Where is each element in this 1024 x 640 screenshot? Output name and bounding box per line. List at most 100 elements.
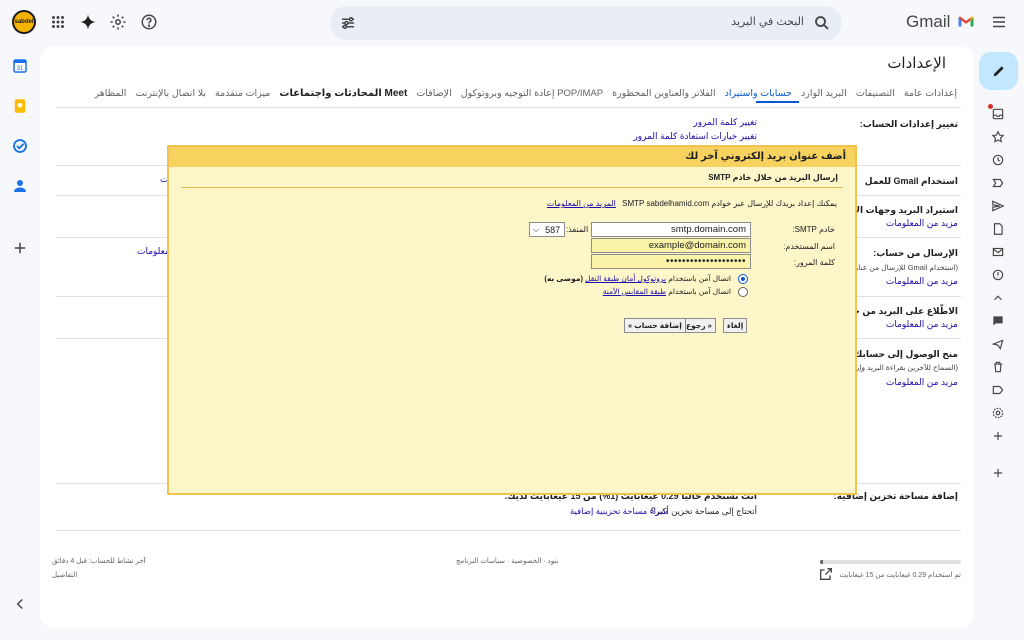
trash-icon[interactable]	[988, 357, 1008, 377]
ssl-link[interactable]: طبقة المقابس الآمنة	[603, 287, 666, 296]
buy-storage-link[interactable]: شراء مساحة تخزينية إضافية	[570, 506, 668, 517]
tab-labels[interactable]: التصنيفات	[856, 88, 895, 99]
sent-icon[interactable]	[988, 196, 1008, 216]
important-label-icon[interactable]	[988, 173, 1008, 193]
tls-prefix: اتصال آمن باستخدام	[668, 274, 731, 283]
add-addon-plus-icon[interactable]	[8, 236, 32, 260]
tls-option-label: اتصال آمن باستخدام بروتوكول أمان طبقة ال…	[544, 274, 731, 283]
create-label-plus-icon[interactable]	[988, 426, 1008, 446]
change-account-label: تغيير إعدادات الحساب:	[859, 119, 958, 129]
cancel-button[interactable]: إلغاء	[723, 318, 748, 333]
send-as-label: الإرسال من حساب:	[873, 248, 958, 258]
ssl-option-label: اتصال آمن باستخدام طبقة المقابس الآمنة	[603, 287, 731, 296]
tls-link[interactable]: بروتوكول أمان طبقة النقل	[585, 274, 666, 283]
active-tab-indicator	[756, 101, 799, 103]
collapse-side-panel-icon[interactable]	[8, 592, 32, 616]
username-input[interactable]	[591, 238, 751, 253]
tab-offline[interactable]: بلا اتصال بالإنترنت	[135, 88, 206, 99]
username-label: اسم المستخدم:	[783, 242, 835, 251]
gmail-brand-text: Gmail	[906, 12, 951, 31]
storage-progress-bar	[820, 560, 961, 564]
dialog-divider	[181, 187, 843, 188]
check-mail-learn-more-link[interactable]: مزيد من المعلومات	[886, 319, 958, 330]
tabs-divider	[56, 107, 961, 108]
change-recovery-link[interactable]: تغيير خيارات استعادة كلمة المرور	[633, 131, 757, 142]
tab-chat-meet[interactable]: المحادثات واجتماعات Meet	[279, 88, 407, 99]
import-learn-more-link[interactable]: مزيد من المعلومات	[886, 218, 958, 229]
page-title: الإعدادات	[887, 55, 946, 72]
compose-button[interactable]	[979, 52, 1018, 90]
grant-access-label: منح الوصول إلى حسابك:	[851, 349, 958, 359]
search-input[interactable]: البحث في البريد	[731, 15, 804, 28]
dialog-info: يمكنك إعداد بريدك للإرسال عبر خوادم SMTP…	[547, 199, 837, 208]
tab-accounts-import[interactable]: حسابات واستيراد	[725, 88, 792, 99]
footer-divider	[56, 530, 961, 531]
port-value: 587	[545, 224, 561, 235]
open-storage-external-icon[interactable]	[818, 566, 834, 582]
add-account-button[interactable]: إضافة حساب »	[624, 318, 686, 333]
change-password-link[interactable]: تغيير كلمة المرور	[693, 117, 757, 128]
grant-access-learn-more-link[interactable]: مزيد من المعلومات	[886, 377, 958, 388]
apps-grid-icon[interactable]	[46, 10, 70, 34]
tab-advanced[interactable]: ميزات متقدمة	[215, 88, 270, 99]
tls-radio[interactable]	[738, 274, 748, 284]
tab-forwarding-pop-imap[interactable]: إعادة التوجيه وبروتوكول POP/IMAP	[461, 88, 603, 99]
back-button[interactable]: « رجوع	[682, 318, 716, 333]
last-activity-text: آخر نشاط للحساب: قبل 4 دقائق	[52, 558, 146, 565]
smtp-server-input[interactable]	[591, 222, 751, 237]
chevron-down-icon: ⌵	[533, 224, 540, 234]
add-email-dialog: أضف عنوان بريد إلكتروني آخر لك إرسال الب…	[167, 145, 857, 495]
tab-filters[interactable]: الفلاتر والعناوين المحظورة	[612, 88, 716, 99]
gemini-sparkle-icon[interactable]	[76, 10, 100, 34]
ssl-prefix: اتصال آمن باستخدام	[668, 287, 731, 296]
less-chevron-up-icon[interactable]	[988, 288, 1008, 308]
dialog-learn-more-link[interactable]: المزيد من المعلومات	[547, 199, 616, 208]
settings-gear-icon[interactable]	[106, 10, 130, 34]
scheduled-icon[interactable]	[988, 334, 1008, 354]
account-avatar[interactable]: sabdel	[12, 10, 36, 34]
tab-themes[interactable]: المظاهر	[94, 88, 126, 99]
ssl-radio[interactable]	[738, 287, 748, 297]
settings-tabs: إعدادات عامة التصنيفات البريد الوارد حسا…	[94, 88, 957, 99]
dialog-subtitle: إرسال البريد من خلال خادم SMTP	[708, 173, 838, 182]
storage-progress-fill	[820, 560, 823, 564]
send-as-learn-more-link[interactable]: مزيد من المعلومات	[886, 276, 958, 287]
all-mail-icon[interactable]	[988, 242, 1008, 262]
google-contacts-icon[interactable]	[8, 174, 32, 198]
search-options-icon[interactable]	[336, 11, 360, 35]
port-select[interactable]: ⌵ 587	[529, 222, 565, 237]
help-icon[interactable]	[137, 10, 161, 34]
tab-addons[interactable]: الإضافات	[416, 88, 451, 99]
manage-labels-gear-icon[interactable]	[988, 403, 1008, 423]
main-menu-icon[interactable]	[987, 10, 1011, 34]
send-as-sub: (استخدام Gmail للإرسال من عناوين	[846, 263, 958, 272]
grant-access-sub: (السماح للآخرين بقراءة البريد وإرسال	[841, 363, 958, 372]
search-icon[interactable]	[810, 11, 834, 35]
gmail-for-work-label: استخدام Gmail للعمل	[864, 176, 958, 186]
unread-dot	[988, 104, 993, 109]
tab-inbox[interactable]: البريد الوارد	[801, 88, 847, 99]
port-label: المنفذ:	[566, 225, 589, 234]
tab-general[interactable]: إعدادات عامة	[904, 88, 957, 99]
google-keep-icon[interactable]	[8, 94, 32, 118]
new-label-plus-icon[interactable]	[988, 463, 1008, 483]
starred-icon[interactable]	[988, 127, 1008, 147]
recommended-text: (موصى به)	[544, 274, 583, 283]
chats-icon[interactable]	[988, 311, 1008, 331]
pencil-icon	[993, 66, 1004, 77]
activity-details-link[interactable]: التفاصيل	[52, 571, 77, 579]
search-bar[interactable]: البحث في البريد	[330, 6, 842, 40]
drafts-icon[interactable]	[988, 219, 1008, 239]
snoozed-clock-icon[interactable]	[988, 150, 1008, 170]
storage-footer-text: تم استخدام 0.29 غيغابايت من 15 غيغابايت	[839, 572, 961, 579]
password-input[interactable]: ••••••••••••••••••••	[591, 254, 751, 269]
send-as-partial-link[interactable]: معلومات	[137, 246, 170, 257]
terms-privacy-links[interactable]: بنود · الخصوصية · سياسات البرنامج	[456, 557, 558, 565]
inbox-icon[interactable]	[988, 104, 1008, 124]
google-tasks-icon[interactable]	[8, 134, 32, 158]
spam-icon[interactable]	[988, 265, 1008, 285]
google-calendar-icon[interactable]: 31	[8, 54, 32, 78]
gmail-logo-icon[interactable]	[954, 10, 978, 34]
categories-label-icon[interactable]	[988, 380, 1008, 400]
svg-text:31: 31	[17, 66, 24, 72]
